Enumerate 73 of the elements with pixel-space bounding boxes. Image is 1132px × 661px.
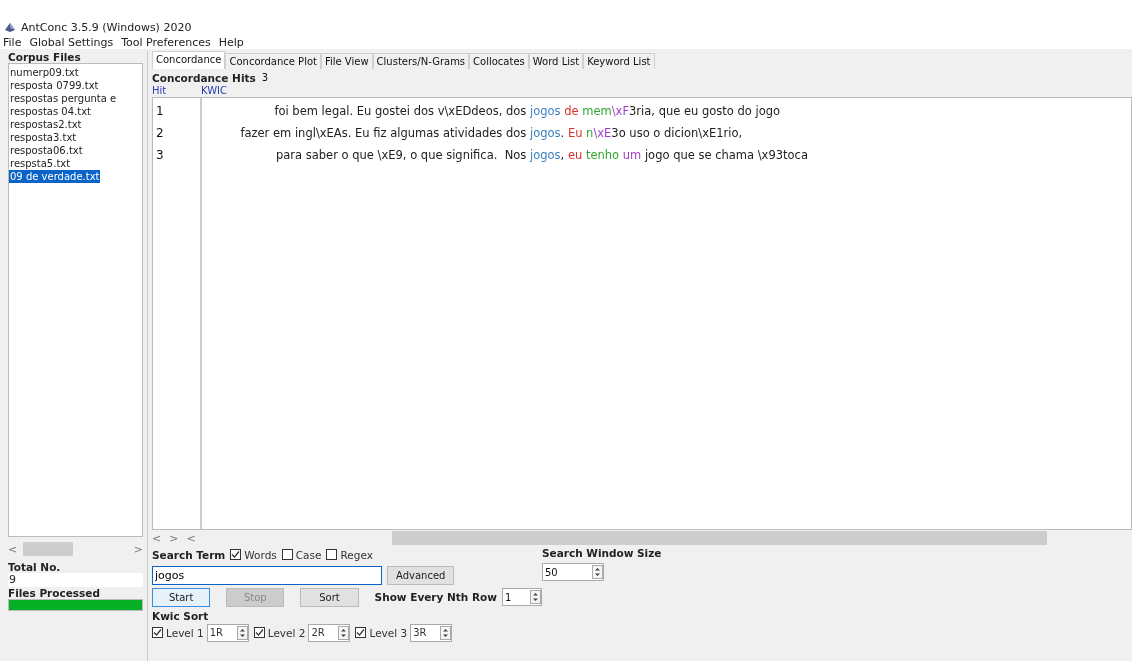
scroll-left-arrow[interactable]: < bbox=[8, 542, 18, 556]
scroll-left-arrow[interactable]: < bbox=[152, 531, 162, 545]
total-label: Total No. bbox=[8, 561, 62, 573]
checkbox[interactable] bbox=[152, 627, 163, 638]
spinner-field[interactable]: 1 bbox=[502, 588, 542, 606]
action-button[interactable]: Start bbox=[152, 587, 211, 607]
scroll-right-arrow[interactable]: > bbox=[169, 531, 179, 545]
scrollbar-thumb[interactable] bbox=[23, 542, 74, 556]
level-label: Level 3 bbox=[369, 626, 408, 639]
menu-item[interactable]: Tool Preferences bbox=[121, 35, 211, 49]
column-header: KWIC bbox=[201, 85, 228, 96]
concordance-line[interactable]: fazer em ingl\xEAs. Eu fiz algumas atividades dos jogos. Eu n\xE3o uso o dicion\xE1rio, bbox=[202, 122, 743, 144]
corpus-entry[interactable]: resposta3.txt bbox=[9, 131, 142, 144]
app-logo-icon bbox=[4, 22, 16, 33]
checkbox[interactable] bbox=[355, 627, 367, 638]
checkbox[interactable] bbox=[281, 549, 293, 560]
window-title: AntConc 3.5.9 (Windows) 2020 bbox=[21, 21, 192, 34]
corpus-entry[interactable]: numerp09.txt bbox=[9, 66, 142, 79]
hits-label: Concordance Hits bbox=[152, 71, 256, 84]
spin-arrows-icon bbox=[440, 625, 452, 640]
advanced-button[interactable]: Advanced bbox=[387, 565, 455, 585]
spinner-field[interactable]: 1R bbox=[206, 623, 249, 642]
spinner-field[interactable]: 3R bbox=[410, 623, 453, 642]
spin-arrows-icon bbox=[236, 625, 248, 640]
hit-number: 1 bbox=[155, 103, 165, 120]
concordance-line[interactable]: foi bem legal. Eu gostei dos v\xEDdeos, dos jogos de mem\xF3ria, que eu gosto do jogo bbox=[202, 100, 781, 122]
option-label: Words bbox=[244, 548, 277, 561]
checkbox[interactable] bbox=[326, 549, 338, 560]
option-label: Case bbox=[295, 548, 322, 561]
checkbox[interactable] bbox=[230, 549, 242, 560]
hits-count: 3 bbox=[261, 72, 269, 83]
nth-row-label: Show Every Nth Row bbox=[374, 591, 497, 603]
level-label: Level 1 bbox=[166, 626, 204, 639]
corpus-entry[interactable]: respostas2.txt bbox=[9, 118, 142, 131]
spin-arrows-icon bbox=[592, 565, 603, 579]
level-label: Level 2 bbox=[267, 626, 306, 639]
tab[interactable]: Collocates bbox=[469, 53, 529, 69]
spin-arrows-icon bbox=[530, 590, 541, 604]
tab[interactable]: File View bbox=[320, 53, 373, 69]
tab[interactable]: Keyword List bbox=[583, 53, 655, 69]
search-term-label: Search Term bbox=[152, 548, 226, 561]
menu-item[interactable]: Global Settings bbox=[29, 35, 114, 49]
total-field: 9 bbox=[8, 573, 143, 587]
concordance-line[interactable]: para saber o que \xE9, o que significa. Nos jogos, eu tenho um jogo que se chama \x93toca bbox=[202, 144, 808, 166]
scroll-back-arrow[interactable]: < bbox=[186, 531, 196, 545]
spinner-field[interactable]: 50 bbox=[542, 563, 604, 581]
menu-item[interactable]: Help bbox=[218, 35, 244, 49]
search-field[interactable]: jogos bbox=[152, 565, 382, 585]
corpus-entry[interactable]: resposta06.txt bbox=[9, 144, 142, 157]
spin-arrows-icon bbox=[338, 625, 350, 640]
tab[interactable]: Clusters/N-Grams bbox=[372, 53, 470, 69]
scroll-right-arrow[interactable]: > bbox=[133, 542, 143, 556]
spinner-field[interactable]: 2R bbox=[308, 623, 351, 642]
tab[interactable]: Word List bbox=[528, 53, 584, 69]
files-processed-label: Files Processed bbox=[8, 587, 101, 599]
scrollbar-thumb[interactable] bbox=[391, 531, 1047, 545]
corpus-entry[interactable]: respostas pergunta e bbox=[9, 92, 142, 105]
window-size-label: Search Window Size bbox=[542, 547, 662, 559]
tab[interactable]: Concordance Plot bbox=[225, 53, 321, 69]
corpus-entry[interactable]: 09 de verdade.txt bbox=[9, 170, 100, 183]
hit-number: 2 bbox=[155, 125, 165, 142]
menu-item[interactable]: File bbox=[3, 35, 22, 49]
hit-number: 3 bbox=[155, 147, 165, 164]
tab[interactable]: Concordance bbox=[152, 51, 226, 69]
corpus-entry[interactable]: respsta5.txt bbox=[9, 157, 142, 170]
corpus-files-label: Corpus Files bbox=[8, 51, 82, 63]
kwic-sort-label: Kwic Sort bbox=[152, 609, 209, 622]
corpus-entry[interactable]: respostas 04.txt bbox=[9, 105, 142, 118]
option-label: Regex bbox=[340, 548, 373, 561]
checkbox[interactable] bbox=[253, 627, 265, 638]
action-button[interactable]: Sort bbox=[300, 587, 359, 607]
column-header: Hit bbox=[152, 85, 168, 96]
corpus-entry[interactable]: resposta 0799.txt bbox=[9, 79, 142, 92]
